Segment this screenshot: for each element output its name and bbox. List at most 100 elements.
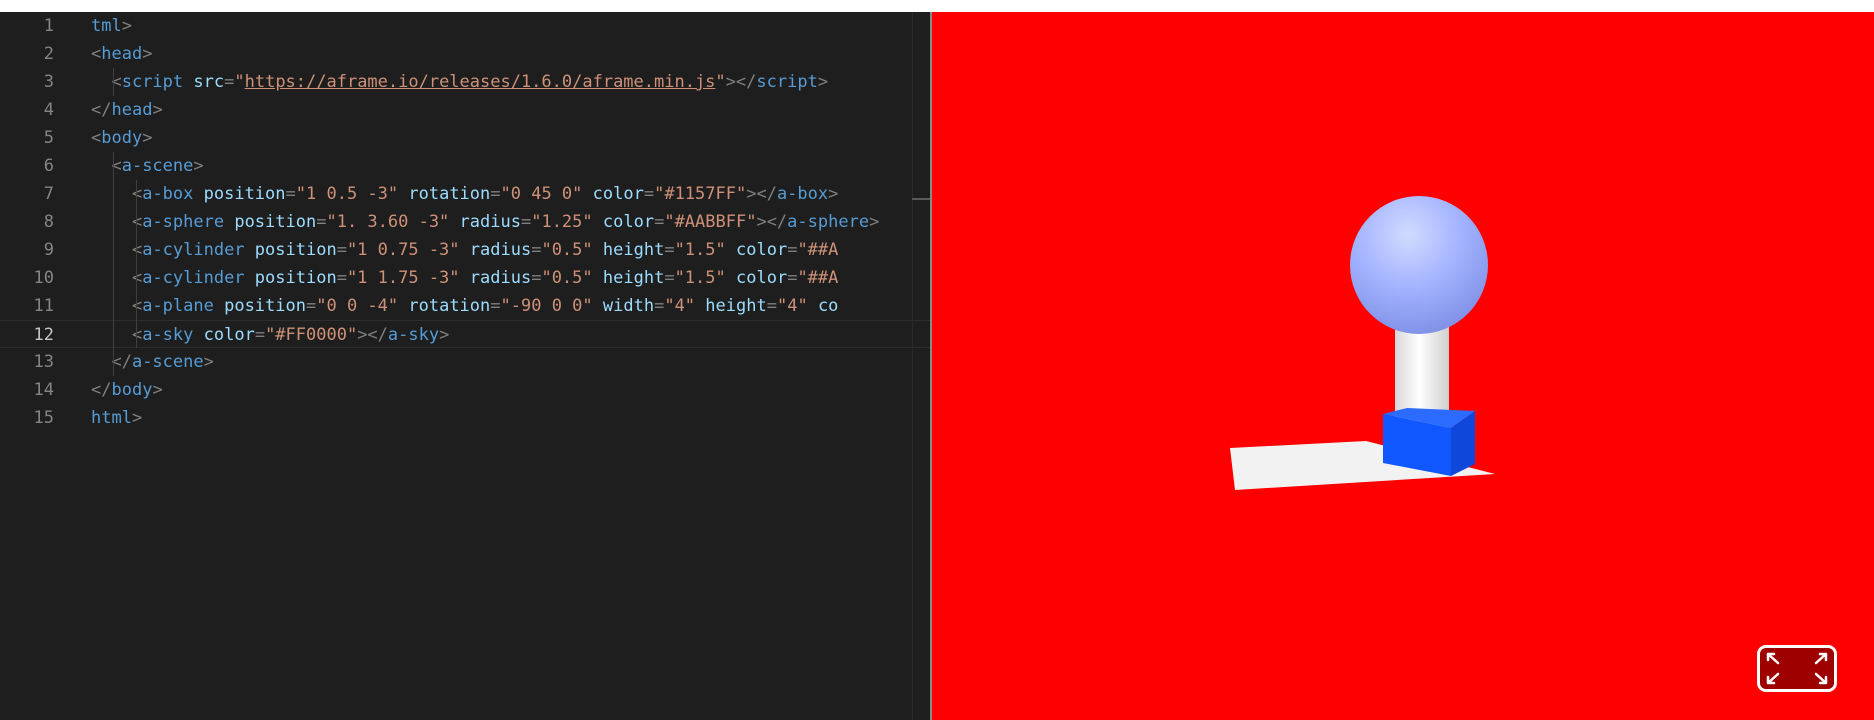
line-number: 5 (43, 128, 54, 148)
code-token: > (817, 72, 829, 92)
code-token: ></ (725, 72, 757, 92)
code-text[interactable]: <a-box position="1 0.5 -3" rotation="0 4… (91, 180, 838, 208)
code-token: = (285, 184, 296, 204)
code-token: color (602, 212, 655, 232)
code-text[interactable]: </a-scene> (91, 348, 213, 376)
code-text[interactable]: <a-scene> (91, 152, 203, 180)
code-token: color (736, 268, 788, 288)
code-token: = (224, 72, 235, 92)
code-token: a-cylinder (142, 268, 245, 288)
code-text[interactable]: <a-cylinder position="1 0.75 -3" radius=… (91, 236, 838, 264)
code-token: > (828, 184, 839, 204)
code-line[interactable]: 15 html> (0, 404, 930, 432)
line-number: 10 (33, 268, 54, 288)
code-token: height (602, 240, 665, 260)
code-text[interactable]: <a-cylinder position="1 1.75 -3" radius=… (91, 264, 838, 292)
code-token: </ (91, 380, 112, 400)
code-token: > (142, 128, 153, 148)
fullscreen-button[interactable] (1757, 645, 1837, 692)
code-token: height (602, 268, 665, 288)
code-text[interactable]: </body> (91, 376, 163, 404)
code-token: color (203, 325, 255, 345)
indent-guide (113, 152, 114, 376)
code-line[interactable]: 12 <a-sky color="#FF0000"></a-sky> (0, 320, 930, 348)
line-number: 13 (33, 352, 54, 372)
code-line[interactable]: 2 <head> (0, 40, 930, 68)
code-text[interactable]: <a-sphere position="1. 3.60 -3" radius="… (91, 208, 879, 236)
code-line[interactable]: 6 <a-scene> (0, 152, 930, 180)
code-line[interactable]: 11 <a-plane position="0 0 -4" rotation="… (0, 292, 930, 320)
code-text[interactable]: <script src="https://aframe.io/releases/… (91, 68, 828, 96)
code-token: radius (469, 240, 532, 260)
code-token: a-scene (121, 156, 194, 176)
code-token: = (305, 296, 317, 316)
code-text[interactable]: <a-sky color="#FF0000"></a-sky> (91, 321, 449, 349)
code-token: < (91, 212, 143, 232)
code-line[interactable]: 1 tml> (0, 12, 930, 40)
code-token: position (254, 268, 337, 288)
sphere (1350, 196, 1488, 334)
code-token: < (91, 296, 143, 316)
window-top-edge (0, 0, 1874, 12)
code-token: = (254, 325, 266, 345)
code-text[interactable]: <head> (91, 40, 152, 68)
code-token: "1 0.75 -3" (346, 240, 460, 260)
code-token: = (787, 268, 798, 288)
code-token: > (152, 380, 163, 400)
code-line[interactable]: 7 <a-box position="1 0.5 -3" rotation="0… (0, 180, 930, 208)
code-line[interactable]: 3 <script src="https://aframe.io/release… (0, 68, 930, 96)
code-line[interactable]: 13 </a-scene> (0, 348, 930, 376)
code-line[interactable]: 10 <a-cylinder position="1 1.75 -3" radi… (0, 264, 930, 292)
code-token: > (439, 325, 450, 345)
code-token: > (152, 100, 163, 120)
code-text[interactable]: <a-plane position="0 0 -4" rotation="-90… (91, 292, 838, 320)
code-token: tml (91, 16, 122, 36)
code-token: "-90 0 0" (500, 296, 593, 316)
code-token: "1.25" (531, 212, 593, 232)
code-token: position (224, 296, 306, 316)
code-text[interactable]: </head> (91, 96, 163, 124)
code-line[interactable]: 9 <a-cylinder position="1 0.75 -3" radiu… (0, 236, 930, 264)
code-token: = (316, 212, 327, 232)
line-number: 3 (43, 72, 54, 92)
code-token: width (602, 296, 655, 316)
code-token: > (142, 44, 153, 64)
code-line[interactable]: 5 <body> (0, 124, 930, 152)
code-line[interactable]: 4 </head> (0, 96, 930, 124)
code-token: src (193, 72, 225, 92)
code-token: "1. 3.60 -3" (326, 212, 450, 232)
code-token: rotation (408, 296, 491, 316)
indent-guide (136, 180, 137, 348)
code-token: position (203, 184, 286, 204)
line-number: 2 (43, 44, 54, 64)
line-number: 9 (43, 240, 54, 260)
code-token: = (643, 184, 655, 204)
code-text[interactable]: html> (91, 404, 142, 432)
code-text[interactable]: tml> (91, 12, 132, 40)
code-text[interactable]: <body> (91, 124, 152, 152)
code-token: rotation (408, 184, 491, 204)
editor-scrollbar[interactable] (912, 12, 931, 720)
aframe-scene-preview[interactable] (932, 12, 1874, 720)
line-number: 6 (43, 156, 54, 176)
code-token: = (654, 212, 665, 232)
code-token: > (121, 16, 132, 36)
code-line[interactable]: 8 <a-sphere position="1. 3.60 -3" radius… (0, 208, 930, 236)
scrollbar-position-marker[interactable] (912, 198, 930, 200)
code-line[interactable]: 14 </body> (0, 376, 930, 404)
code-token: a-plane (142, 296, 214, 316)
code-editor[interactable]: 1 tml> 2 <head> 3 <script src="https://afram… (0, 12, 930, 720)
code-token: "0 0 -4" (316, 296, 399, 316)
code-token: "0.5" (541, 240, 593, 260)
line-number: 8 (43, 212, 54, 232)
code-token: height (705, 296, 767, 316)
code-token: < (91, 184, 143, 204)
code-token: " (715, 72, 726, 92)
